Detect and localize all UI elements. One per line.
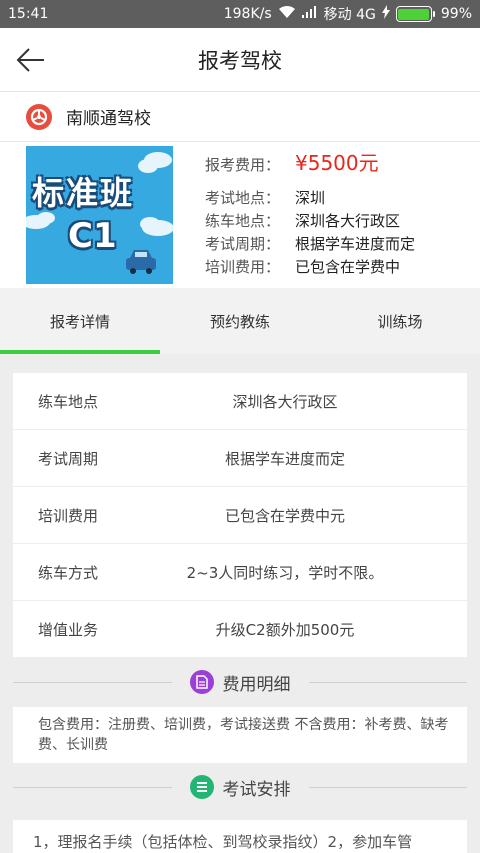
item-key: 增值业务 [38,620,99,639]
document-icon [189,670,214,694]
signal-icon [301,6,318,22]
list-item: 考试周期 根据学车进度而定 [13,430,467,486]
school-header: 南顺通驾校 [0,92,480,142]
item-value: 深圳各大行政区 [232,392,338,411]
list-item: 增值业务 升级C2额外加500元 [13,601,467,657]
list-item: 培训费用 已包含在学费中元 [13,487,467,543]
item-value: 升级C2额外加500元 [215,620,355,639]
detail-label: 考试地点： [205,189,281,207]
carrier-label: 移动 4G [323,7,376,23]
item-key: 练车方式 [38,563,99,582]
detail-row: 培训费用： 已包含在学费中 [205,256,415,279]
status-right: 198K/s 移动 4G 99% [224,4,472,24]
cover-title-line1: 标准班 [32,174,135,212]
detail-list: 练车地点 深圳各大行政区 考试周期 根据学车进度而定 培训费用 已包含在学费中元… [13,373,467,658]
exam-section-title: 考试安排 [222,779,291,800]
detail-label: 培训费用： [205,258,281,276]
detail-value: 深圳 [295,189,326,207]
item-key: 练车地点 [38,392,99,411]
list-item: 练车方式 2~3人同时练习，学时不限。 [13,544,467,600]
list-item: 练车地点 深圳各大行政区 [13,373,467,429]
item-key: 考试周期 [38,449,99,468]
battery-percent: 99% [440,6,472,22]
detail-value: 根据学车进度而定 [295,235,416,253]
detail-row: 考试地点： 深圳 [205,187,415,210]
page-title: 报考驾校 [198,48,282,73]
detail-value: 深圳各大行政区 [295,212,401,230]
wifi-icon [278,5,296,23]
back-button[interactable] [14,44,48,76]
tab-training-ground[interactable]: 训练场 [320,288,480,354]
status-bar: 15:41 198K/s 移动 4G 99% [0,0,480,28]
list-icon [189,775,214,799]
detail-row: 练车地点： 深圳各大行政区 [205,210,415,233]
tab-book-coach[interactable]: 预约教练 [160,288,320,354]
course-cover-image: 标准班 C1 [26,146,173,284]
nav-bar: 报考驾校 [0,28,480,92]
item-key: 培训费用 [38,506,99,525]
detail-label: 考试周期： [205,235,281,253]
detail-value: 已包含在学费中 [295,258,401,276]
arrow-left-icon [16,48,44,72]
exam-section-header: 考试安排 [13,769,467,805]
course-details: 报考费用： ¥5500元 考试地点： 深圳 练车地点： 深圳各大行政区 考试周期… [205,146,415,279]
fee-section-title: 费用明细 [222,674,291,695]
price-value: ¥5500元 [295,151,379,175]
detail-label: 练车地点： [205,212,281,230]
school-name: 南顺通驾校 [66,109,151,129]
status-time: 15:41 [8,6,49,22]
cover-title-line2: C1 [68,216,117,256]
charging-icon [381,5,390,23]
item-value: 已包含在学费中元 [224,506,345,525]
network-speed: 198K/s [223,6,272,22]
exam-arrangement-text: 1，理报名手续（包括体检、到驾校录指纹）2，参加车管 [13,820,467,853]
tab-bar: 报考详情 预约教练 训练场 [0,288,480,354]
price-row: 报考费用： ¥5500元 [205,148,415,180]
price-label: 报考费用： [205,156,281,174]
detail-row: 考试周期： 根据学车进度而定 [205,233,415,256]
item-value: 根据学车进度而定 [224,449,345,468]
school-logo-icon [26,103,52,130]
fee-details-text: 包含费用：注册费、培训费，考试接送费 不含费用：补考费、缺考费、长训费 [13,707,467,763]
item-value: 2~3人同时练习，学时不限。 [186,563,384,582]
tab-exam-details[interactable]: 报考详情 [0,288,160,354]
fee-section-header: 费用明细 [13,664,467,700]
battery-icon [395,6,435,22]
course-info: 标准班 C1 报考费用： ¥5500元 考试地点： 深圳 练车地点： 深圳各大行… [0,142,480,288]
